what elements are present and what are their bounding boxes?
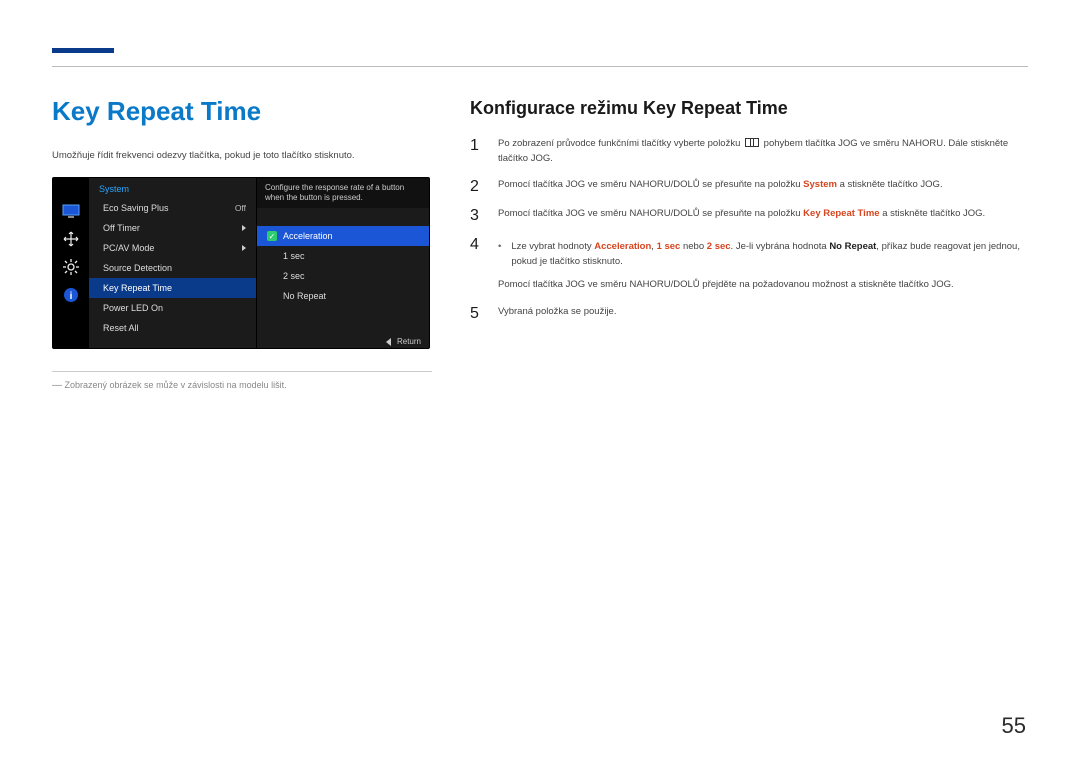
osd-submenu: Configure the response rate of a button …	[257, 178, 429, 348]
osd-option-acceleration[interactable]: ✓ Acceleration	[257, 226, 429, 246]
step-3: 3 Pomocí tlačítka JOG ve směru NAHORU/DO…	[470, 207, 1028, 224]
header-rule	[52, 48, 1028, 68]
osd-row-powerled[interactable]: Power LED On	[89, 298, 256, 318]
step-number: 3	[470, 207, 484, 224]
move-icon	[60, 228, 82, 250]
svg-text:i: i	[70, 291, 73, 302]
osd-row-resetall[interactable]: Reset All	[89, 318, 256, 338]
footnote-divider	[52, 371, 432, 372]
gear-icon	[60, 256, 82, 278]
step-5: 5 Vybraná položka se použije.	[470, 305, 1028, 322]
page-number: 55	[1002, 713, 1026, 739]
picture-icon	[60, 200, 82, 222]
osd-row-source[interactable]: Source Detection	[89, 258, 256, 278]
step-text: Po zobrazení průvodce funkčními tlačítky…	[498, 137, 1028, 166]
step-4: 4 Lze vybrat hodnoty Acceleration, 1 sec…	[470, 236, 1028, 292]
chevron-right-icon	[242, 245, 246, 251]
step-number: 1	[470, 137, 484, 166]
header-divider	[52, 66, 1028, 67]
page-title: Key Repeat Time	[52, 96, 432, 127]
return-label[interactable]: Return	[397, 337, 421, 346]
menu-icon	[745, 138, 759, 147]
osd-option-norepeat[interactable]: No Repeat	[257, 286, 429, 306]
info-icon: i	[60, 284, 82, 306]
osd-footer: Return	[386, 337, 421, 346]
step-text: Lze vybrat hodnoty Acceleration, 1 sec n…	[498, 236, 1028, 292]
step-text: Vybraná položka se použije.	[498, 305, 1028, 322]
footnote: ― Zobrazený obrázek se může v závislosti…	[52, 380, 432, 391]
osd-option-2sec[interactable]: 2 sec	[257, 266, 429, 286]
step-number: 2	[470, 178, 484, 195]
step-2: 2 Pomocí tlačítka JOG ve směru NAHORU/DO…	[470, 178, 1028, 195]
header-accent	[52, 48, 114, 53]
osd-section-title: System	[89, 178, 256, 198]
osd-row-offtimer[interactable]: Off Timer	[89, 218, 256, 238]
check-icon: ✓	[267, 231, 277, 241]
step-1: 1 Po zobrazení průvodce funkčními tlačít…	[470, 137, 1028, 166]
lead-text: Umožňuje řídit frekvenci odezvy tlačítka…	[52, 149, 432, 163]
osd-preview: i System Eco Saving PlusOff Off Timer PC…	[52, 177, 430, 349]
step-bullet: Lze vybrat hodnoty Acceleration, 1 sec n…	[498, 240, 1028, 269]
step-number: 4	[470, 236, 484, 292]
section-heading: Konfigurace režimu Key Repeat Time	[470, 98, 1028, 119]
osd-row-keyrepeat[interactable]: Key Repeat Time	[89, 278, 256, 298]
back-icon[interactable]	[386, 338, 391, 346]
osd-sidebar: i	[53, 178, 89, 348]
osd-row-pcav[interactable]: PC/AV Mode	[89, 238, 256, 258]
step-text: Pomocí tlačítka JOG ve směru NAHORU/DOLŮ…	[498, 178, 1028, 195]
osd-menu: System Eco Saving PlusOff Off Timer PC/A…	[89, 178, 257, 348]
osd-row-eco[interactable]: Eco Saving PlusOff	[89, 198, 256, 218]
step-text: Pomocí tlačítka JOG ve směru NAHORU/DOLŮ…	[498, 207, 1028, 224]
osd-tooltip: Configure the response rate of a button …	[257, 178, 429, 208]
osd-option-1sec[interactable]: 1 sec	[257, 246, 429, 266]
chevron-right-icon	[242, 225, 246, 231]
step-number: 5	[470, 305, 484, 322]
